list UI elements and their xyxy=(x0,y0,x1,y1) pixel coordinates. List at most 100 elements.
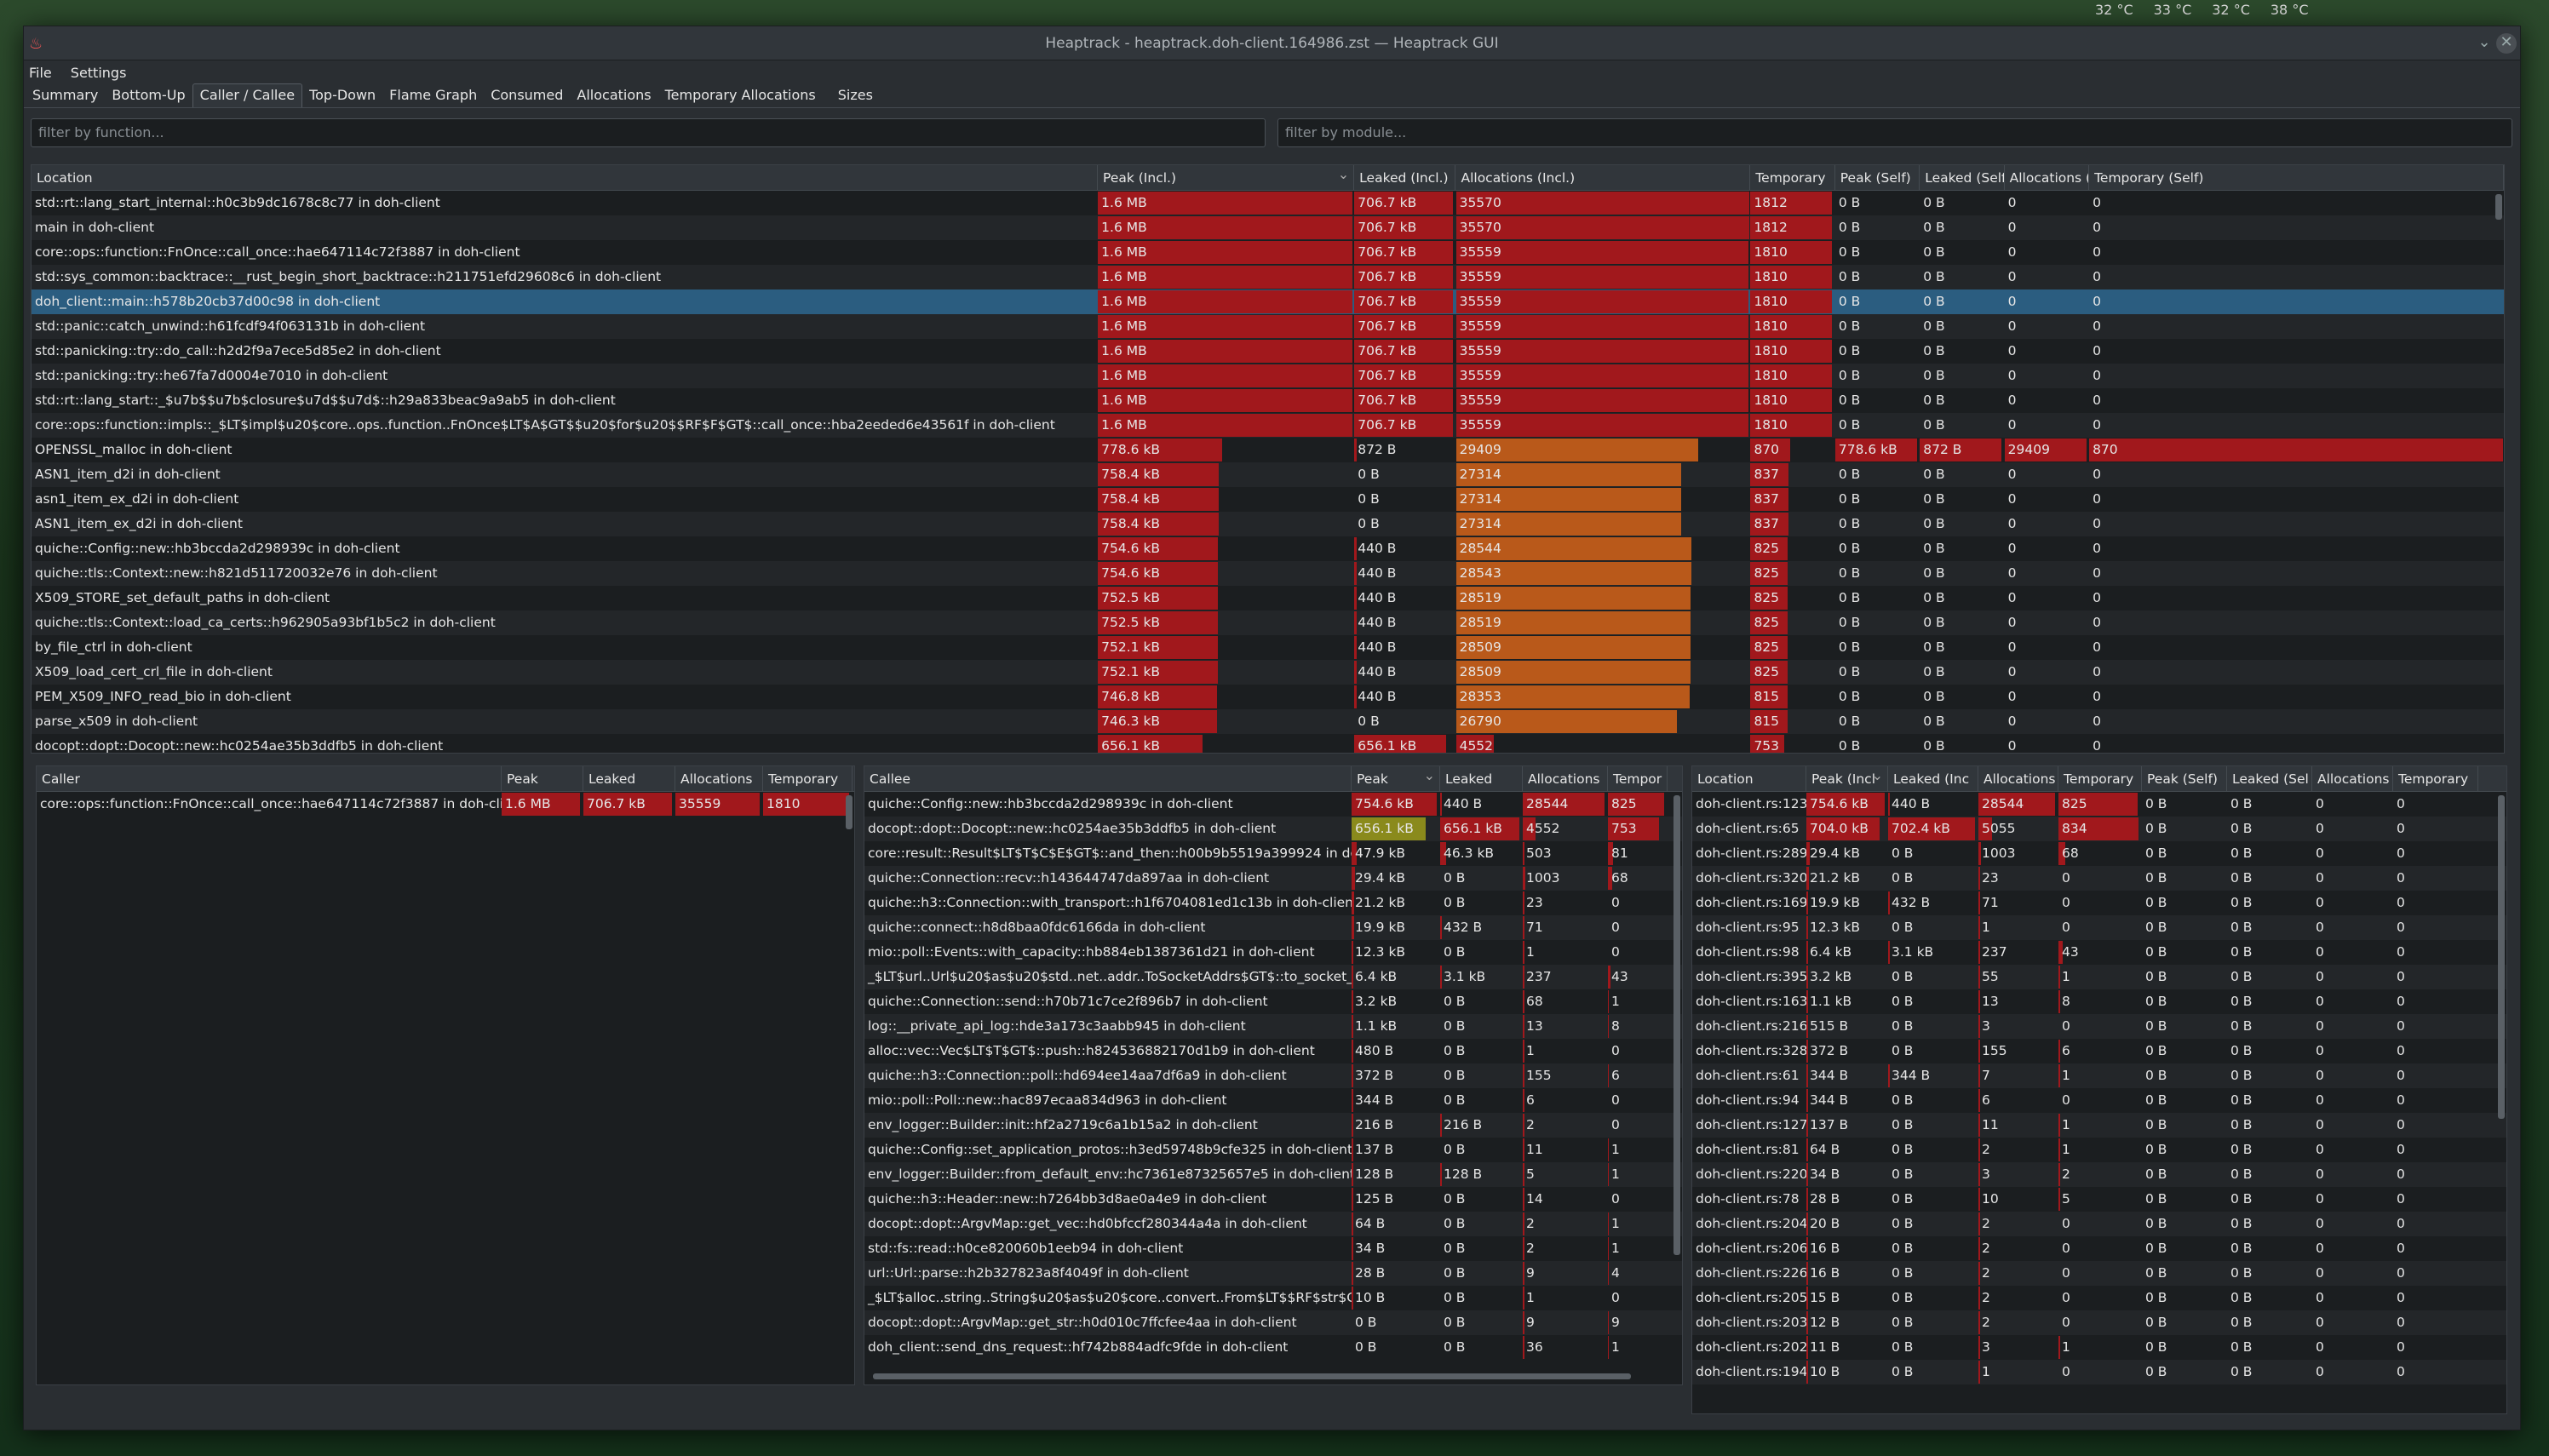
table-row[interactable]: env_logger::Builder::from_default_env::h… xyxy=(864,1162,1682,1187)
table-row[interactable]: doh-client.rs:194 10 B 0 B 1 0 0 B 0 B 0 0 xyxy=(1692,1360,2506,1384)
table-row[interactable]: quiche::Config::new::hb3bccda2d298939c i… xyxy=(864,792,1682,817)
table-row[interactable]: X509_load_cert_crl_file in doh-client 752… xyxy=(32,660,2504,685)
minimize-icon[interactable]: ⌄ xyxy=(2474,33,2494,54)
table-row[interactable]: mio::poll::Events::with_capacity::hb884e… xyxy=(864,940,1682,965)
table-row[interactable]: std::rt::lang_start_internal::h0c3b9dc16… xyxy=(32,191,2504,215)
module-filter-input[interactable]: filter by module... xyxy=(1277,118,2512,147)
close-icon[interactable]: ✕ xyxy=(2496,33,2517,54)
tab-allocations[interactable]: Allocations xyxy=(570,84,657,107)
tab-bottom-up[interactable]: Bottom-Up xyxy=(105,84,192,107)
table-row[interactable]: doh-client.rs:226 16 B 0 B 2 0 0 B 0 B 0 0 xyxy=(1692,1261,2506,1286)
table-row[interactable]: parse_x509 in doh-client 746.3 kB 0 B 26790… xyxy=(32,709,2504,734)
column-header[interactable]: Peak xyxy=(1352,766,1440,791)
table-row[interactable]: doh-client.rs:98 6.4 kB 3.1 kB 237 43 0 B 0 B 0… xyxy=(1692,940,2506,965)
table-row[interactable]: quiche::h3::Connection::poll::hd694ee14a… xyxy=(864,1063,1682,1088)
column-header[interactable]: Allocations xyxy=(675,766,763,791)
column-header[interactable]: Temporary xyxy=(2393,766,2478,791)
column-header[interactable]: Peak (Self) xyxy=(2142,766,2227,791)
table-row[interactable]: PEM_X509_INFO_read_bio in doh-client 746.… xyxy=(32,685,2504,709)
tab-top-down[interactable]: Top-Down xyxy=(302,84,382,107)
column-header[interactable]: Temporary xyxy=(1750,165,1835,190)
table-row[interactable]: core::result::Result$LT$T$C$E$GT$::and_t… xyxy=(864,841,1682,866)
table-row[interactable]: std::panic::catch_unwind::h61fcdf94f0631… xyxy=(32,314,2504,339)
table-row[interactable]: quiche::tls::Context::load_ca_certs::h96… xyxy=(32,610,2504,635)
table-row[interactable]: docopt::dopt::ArgvMap::get_str::h0d010c7… xyxy=(864,1310,1682,1335)
tab-flame-graph[interactable]: Flame Graph xyxy=(382,84,484,107)
menu-file[interactable]: File xyxy=(29,65,52,81)
column-header[interactable]: Allocations ( xyxy=(2005,165,2090,190)
table-row[interactable]: quiche::connect::h8d8baa0fdc6166da in do… xyxy=(864,915,1682,940)
table-row[interactable]: quiche::h3::Header::new::h7264bb3d8ae0a4… xyxy=(864,1187,1682,1212)
table-row[interactable]: doh-client.rs:206 16 B 0 B 2 0 0 B 0 B 0 0 xyxy=(1692,1236,2506,1261)
column-header[interactable]: Allocations (Incl.) xyxy=(1455,165,1751,190)
table-row[interactable]: doh-client.rs:127 137 B0 B 11 1 0 B0 B00 xyxy=(1692,1113,2506,1138)
vertical-scrollbar[interactable] xyxy=(2498,795,2505,1119)
column-header[interactable]: Tempor xyxy=(1608,766,1668,791)
table-row[interactable]: doh-client.rs:65 704.0 kB 702.4 kB 5055 834 0… xyxy=(1692,817,2506,841)
table-row[interactable]: OPENSSL_malloc in doh-client 778.6 kB 872 … xyxy=(32,438,2504,462)
table-row[interactable]: _$LT$alloc..string..String$u20$as$u20$co… xyxy=(864,1286,1682,1310)
column-header[interactable]: Temporary xyxy=(2058,766,2142,791)
column-header[interactable]: Location xyxy=(32,165,1099,190)
table-row[interactable]: std::fs::read::h0ce820060b1eeb94 in doh-… xyxy=(864,1236,1682,1261)
vertical-scrollbar[interactable] xyxy=(846,795,853,829)
table-row[interactable]: ASN1_item_ex_d2i in doh-client 758.4 kB 0 … xyxy=(32,512,2504,536)
tab-caller-callee[interactable]: Caller / Callee xyxy=(192,83,303,107)
table-row[interactable]: doh-client.rs:202 11 B 0 B 3 1 0 B 0 B 0 0 xyxy=(1692,1335,2506,1360)
table-row[interactable]: doh-client.rs:61 344 B 344 B 7 1 0 B 0 B 0 0 xyxy=(1692,1063,2506,1088)
table-row[interactable]: doh-client.rs:123 754.6 kB 440 B 28544 825 0 … xyxy=(1692,792,2506,817)
table-row[interactable]: doh-client.rs:163 1.1 kB 0 B 13 8 0 B 0 B 0 0 xyxy=(1692,989,2506,1014)
table-row[interactable]: doh-client.rs:328 372 B 0 B 155 6 0 B 0 B 0 0 xyxy=(1692,1039,2506,1063)
column-header[interactable]: Allocations xyxy=(1978,766,2058,791)
table-row[interactable]: docopt::dopt::Docopt::new::hc0254ae35b3d… xyxy=(32,734,2504,753)
title-bar[interactable]: ♨ Heaptrack - heaptrack.doh-client.16498… xyxy=(24,26,2520,60)
column-header[interactable]: Leaked (Sel xyxy=(2227,766,2312,791)
table-row[interactable]: doh-client.rs:395 3.2 kB 0 B 55 1 0 B 0 B 0 0 xyxy=(1692,965,2506,989)
table-row[interactable]: doh-client.rs:216 515 B 0 B 3 0 0 B 0 B 0 0 xyxy=(1692,1014,2506,1039)
table-row[interactable]: std::rt::lang_start::_$u7b$$u7b$closure$… xyxy=(32,388,2504,413)
column-header[interactable]: Callee xyxy=(864,766,1352,791)
table-row[interactable]: doh-client.rs:320 21.2 kB 0 B 23 0 0 B 0 B 0 0 xyxy=(1692,866,2506,891)
column-header[interactable]: Leaked xyxy=(1440,766,1523,791)
column-header[interactable]: Caller xyxy=(37,766,502,791)
tab-sizes[interactable]: Sizes xyxy=(831,84,880,107)
table-row[interactable]: doh_client::main::h578b20cb37d00c98 in d… xyxy=(32,289,2504,314)
table-row[interactable]: doh-client.rs:95 12.3 kB 0 B 1 0 0 B 0 B 0 0 xyxy=(1692,915,2506,940)
column-header[interactable]: Peak (Incl xyxy=(1806,766,1888,791)
table-row[interactable]: log::__private_api_log::hde3a173c3aabb94… xyxy=(864,1014,1682,1039)
table-row[interactable]: quiche::Config::set_application_protos::… xyxy=(864,1138,1682,1162)
table-row[interactable]: quiche::Connection::recv::h143644747da89… xyxy=(864,866,1682,891)
column-header[interactable]: Peak (Incl.) xyxy=(1098,165,1355,190)
table-row[interactable]: url::Url::parse::h2b327823a8f4049f in do… xyxy=(864,1261,1682,1286)
column-header[interactable]: Leaked xyxy=(583,766,675,791)
table-row[interactable]: quiche::tls::Context::new::h821d51172003… xyxy=(32,561,2504,586)
table-row[interactable]: doh_client::send_dns_request::hf742b884a… xyxy=(864,1335,1682,1360)
table-row[interactable]: ASN1_item_d2i in doh-client 758.4 kB 0 B 27… xyxy=(32,462,2504,487)
table-row[interactable]: doh-client.rs:94 344 B 0 B 6 0 0 B 0 B 0 0 xyxy=(1692,1088,2506,1113)
column-header[interactable]: Peak (Self) xyxy=(1835,165,1920,190)
column-header[interactable]: Leaked (Self) xyxy=(1920,165,2005,190)
app-icon[interactable]: ♨ xyxy=(29,35,43,53)
table-row[interactable]: _$LT$url..Url$u20$as$u20$std..net..addr.… xyxy=(864,965,1682,989)
column-header[interactable]: Temporary (Self) xyxy=(2089,165,2504,190)
function-filter-input[interactable]: filter by function... xyxy=(31,118,1266,147)
table-row[interactable]: std::panicking::try::he67fa7d0004e7010 i… xyxy=(32,364,2504,388)
column-header[interactable]: Peak xyxy=(502,766,583,791)
column-header[interactable]: Leaked (Inc xyxy=(1888,766,1978,791)
table-row[interactable]: docopt::dopt::ArgvMap::get_vec::hd0bfccf… xyxy=(864,1212,1682,1236)
table-row[interactable]: doh-client.rs:289 29.4 kB 0 B 1003 68 0 B 0 B 0… xyxy=(1692,841,2506,866)
horizontal-scrollbar[interactable] xyxy=(873,1373,1631,1379)
table-row[interactable]: quiche::h3::Connection::with_transport::… xyxy=(864,891,1682,915)
table-row[interactable]: doh-client.rs:78 28 B 0 B 10 5 0 B 0 B 0 0 xyxy=(1692,1187,2506,1212)
table-row[interactable]: doh-client.rs:203 12 B 0 B 2 0 0 B 0 B 0 0 xyxy=(1692,1310,2506,1335)
table-row[interactable]: quiche::Connection::send::h70b71c7ce2f89… xyxy=(864,989,1682,1014)
table-row[interactable]: doh-client.rs:81 64 B 0 B 2 1 0 B 0 B 0 0 xyxy=(1692,1138,2506,1162)
table-row[interactable]: doh-client.rs:204 20 B 0 B 2 0 0 B 0 B 0 0 xyxy=(1692,1212,2506,1236)
vertical-scrollbar[interactable] xyxy=(1673,795,1680,1255)
column-header[interactable]: Leaked (Incl.) xyxy=(1354,165,1456,190)
table-row[interactable]: std::panicking::try::do_call::h2d2f9a7ec… xyxy=(32,339,2504,364)
tab-temporary-allocations[interactable]: Temporary Allocations xyxy=(658,84,823,107)
table-row[interactable]: doh-client.rs:220 34 B 0 B 3 2 0 B 0 B 0 0 xyxy=(1692,1162,2506,1187)
table-row[interactable]: core::ops::function::FnOnce::call_once::… xyxy=(32,240,2504,265)
table-row[interactable]: quiche::Config::new::hb3bccda2d298939c i… xyxy=(32,536,2504,561)
